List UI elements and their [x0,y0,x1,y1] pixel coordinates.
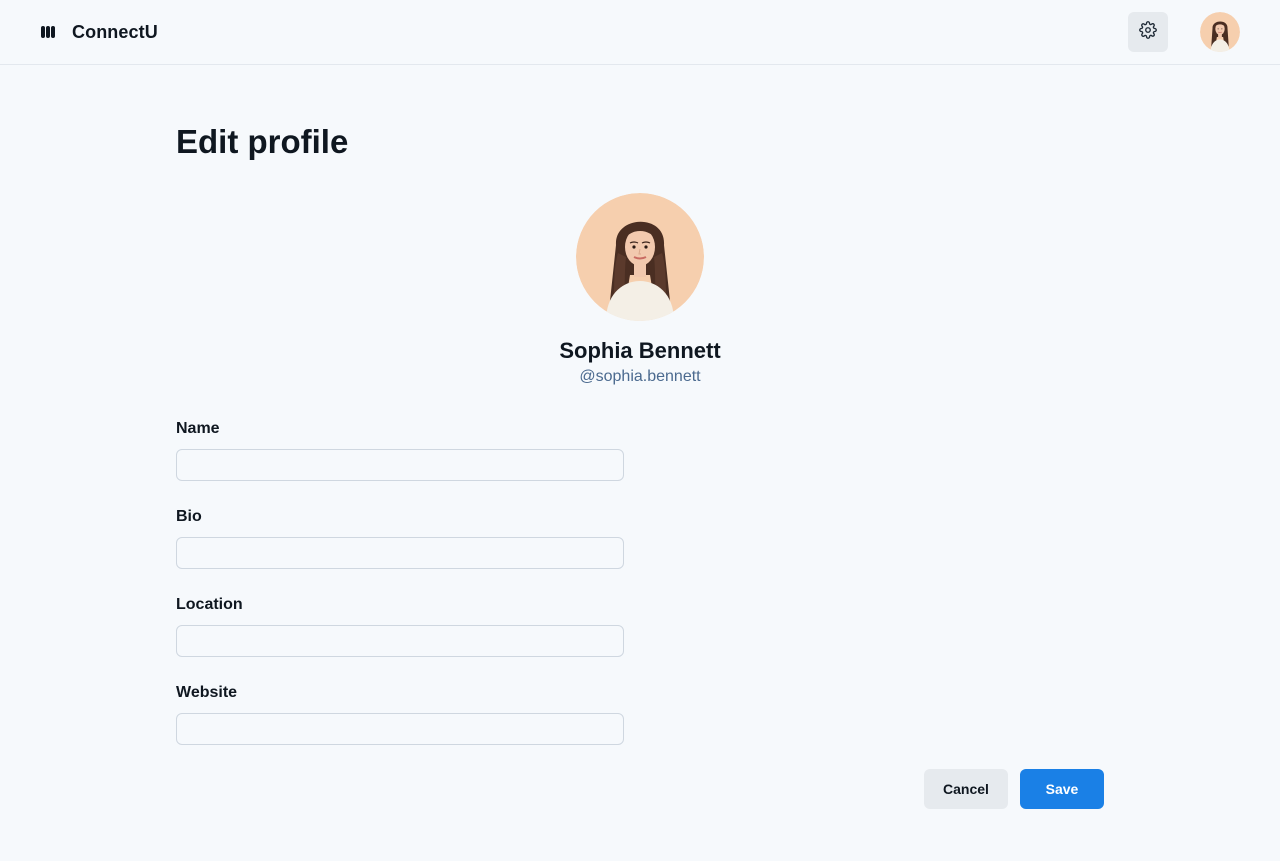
location-input[interactable] [176,625,624,657]
save-button[interactable]: Save [1020,769,1104,809]
settings-button[interactable] [1128,12,1168,52]
profile-avatar[interactable] [576,193,704,321]
cancel-button[interactable]: Cancel [924,769,1008,809]
website-label: Website [176,684,238,701]
app-name: ConnectU [72,21,158,42]
bio-input[interactable] [176,537,624,569]
bio-label: Bio [176,508,202,525]
brand[interactable]: ConnectU [40,20,158,44]
name-input[interactable] [176,449,624,481]
top-bar: ConnectU [0,0,1280,65]
location-label: Location [176,596,243,613]
connectu-logo-icon [40,24,56,40]
user-avatar[interactable] [1200,12,1240,52]
profile-handle: @sophia.bennett [579,368,701,385]
page-title: Edit profile [176,123,349,160]
website-input[interactable] [176,713,624,745]
name-label: Name [176,420,220,437]
profile-name: Sophia Bennett [559,338,721,363]
avatar-illustration [1200,12,1240,52]
gear-icon [1139,20,1157,44]
avatar-illustration [576,193,704,321]
